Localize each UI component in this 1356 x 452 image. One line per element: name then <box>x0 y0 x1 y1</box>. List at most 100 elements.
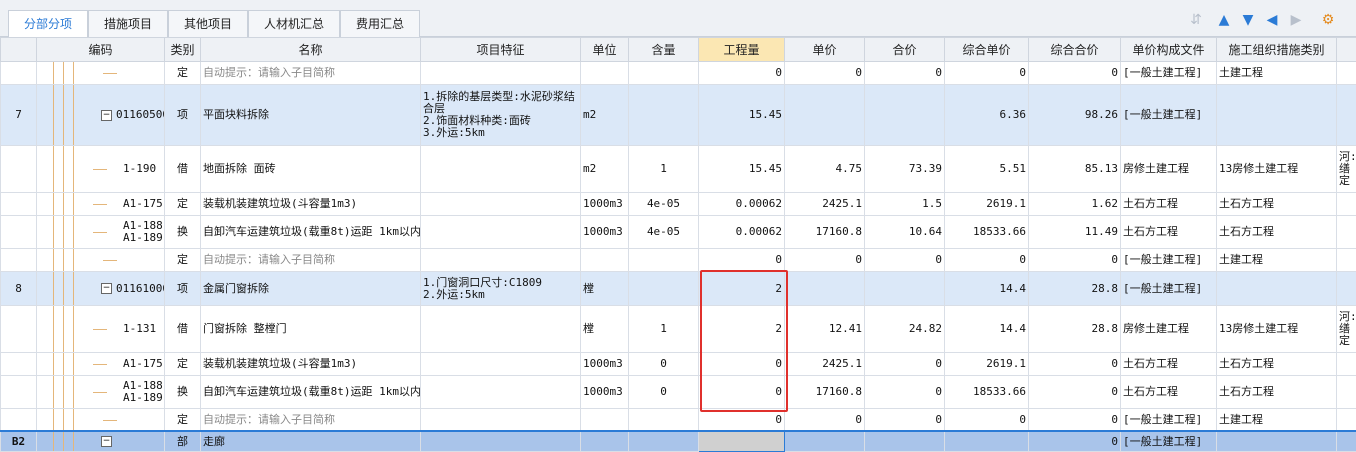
type-cell[interactable]: 换 <box>165 216 201 249</box>
unit-cell[interactable] <box>581 249 629 272</box>
name-cell[interactable]: 平面块料拆除 <box>201 85 421 146</box>
price-file-cell[interactable]: [一般土建工程] <box>1121 249 1217 272</box>
price-file-cell[interactable]: [一般土建工程] <box>1121 409 1217 432</box>
code-cell[interactable] <box>37 62 165 85</box>
composite-unit-price-cell[interactable] <box>945 432 1029 452</box>
unit-cell[interactable]: m2 <box>581 85 629 146</box>
tab-rencaiji[interactable]: 人材机汇总 <box>248 10 340 37</box>
header-content[interactable]: 含量 <box>629 38 699 62</box>
name-cell[interactable]: 金属门窗拆除 <box>201 272 421 306</box>
composite-unit-price-cell[interactable]: 2619.1 <box>945 353 1029 376</box>
measure-category-cell[interactable]: 土建工程 <box>1217 62 1337 85</box>
name-cell[interactable]: 装载机装建筑垃圾(斗容量1m3) <box>201 193 421 216</box>
type-cell[interactable]: 借 <box>165 146 201 193</box>
feature-cell[interactable] <box>421 249 581 272</box>
name-cell[interactable]: 地面拆除 面砖 <box>201 146 421 193</box>
price-file-cell[interactable]: [一般土建工程] <box>1121 85 1217 146</box>
tab-feiyong[interactable]: 费用汇总 <box>340 10 420 37</box>
code-cell[interactable]: −011610002007 <box>37 272 165 306</box>
price-file-cell[interactable]: [一般土建工程] <box>1121 432 1217 452</box>
content-cell[interactable]: 1 <box>629 146 699 193</box>
header-name[interactable]: 名称 <box>201 38 421 62</box>
unit-price-cell[interactable]: 0 <box>785 62 865 85</box>
header-quantity[interactable]: 工程量 <box>699 38 785 62</box>
extra-cell[interactable] <box>1337 216 1356 249</box>
type-cell[interactable]: 项 <box>165 85 201 146</box>
content-cell[interactable]: 0 <box>629 353 699 376</box>
header-code[interactable]: 编码 <box>37 38 165 62</box>
total-cell[interactable]: 73.39 <box>865 146 945 193</box>
code-cell[interactable]: A1-175 <box>37 193 165 216</box>
unit-cell[interactable]: 1000m3 <box>581 353 629 376</box>
feature-cell[interactable]: 1.拆除的基层类型:水泥砂浆结合层 2.饰面材料种类:面砖 3.外运:5km <box>421 85 581 146</box>
composite-unit-price-cell[interactable]: 0 <box>945 62 1029 85</box>
unit-price-cell[interactable] <box>785 85 865 146</box>
unit-price-cell[interactable]: 4.75 <box>785 146 865 193</box>
total-cell[interactable]: 10.64 <box>865 216 945 249</box>
name-cell[interactable]: 自卸汽车运建筑垃圾(载重8t)运距 1km以内 实际运距(km):5 <box>201 216 421 249</box>
extra-cell[interactable] <box>1337 62 1356 85</box>
measure-category-cell[interactable] <box>1217 85 1337 146</box>
code-cell[interactable]: A1-188 + A1-189 * 4 <box>37 216 165 249</box>
header-total[interactable]: 合价 <box>865 38 945 62</box>
feature-cell[interactable] <box>421 409 581 432</box>
measure-category-cell[interactable]: 土建工程 <box>1217 249 1337 272</box>
extra-cell[interactable] <box>1337 249 1356 272</box>
type-cell[interactable]: 定 <box>165 353 201 376</box>
total-cell[interactable]: 0 <box>865 249 945 272</box>
table-row[interactable]: A1-175定装载机装建筑垃圾(斗容量1m3)1000m34e-050.0006… <box>1 193 1356 216</box>
table-row[interactable]: 定自动提示：请输入子目简称00000[一般土建工程]土建工程 <box>1 249 1356 272</box>
price-file-cell[interactable]: [一般土建工程] <box>1121 272 1217 306</box>
unit-price-cell[interactable]: 17160.8 <box>785 216 865 249</box>
content-cell[interactable]: 4e-05 <box>629 216 699 249</box>
content-cell[interactable] <box>629 85 699 146</box>
composite-total-cell[interactable]: 0 <box>1029 409 1121 432</box>
composite-unit-price-cell[interactable]: 5.51 <box>945 146 1029 193</box>
measure-category-cell[interactable] <box>1217 432 1337 452</box>
measure-category-cell[interactable]: 土石方工程 <box>1217 193 1337 216</box>
name-cell[interactable]: 自动提示：请输入子目简称 <box>201 249 421 272</box>
total-cell[interactable] <box>865 85 945 146</box>
tab-cuoshi[interactable]: 措施项目 <box>88 10 168 37</box>
unit-cell[interactable] <box>581 409 629 432</box>
content-cell[interactable] <box>629 272 699 306</box>
table-row[interactable]: 8−011610002007项金属门窗拆除1.门窗洞口尺寸:C1809 2.外运… <box>1 272 1356 306</box>
composite-total-cell[interactable]: 1.62 <box>1029 193 1121 216</box>
total-cell[interactable] <box>865 432 945 452</box>
code-cell[interactable]: −011605001009 <box>37 85 165 146</box>
header-type[interactable]: 类别 <box>165 38 201 62</box>
price-file-cell[interactable]: 土石方工程 <box>1121 216 1217 249</box>
price-file-cell[interactable]: 房修土建工程 <box>1121 146 1217 193</box>
header-unit[interactable]: 单位 <box>581 38 629 62</box>
composite-total-cell[interactable]: 11.49 <box>1029 216 1121 249</box>
quantity-cell[interactable]: 2 <box>699 272 785 306</box>
header-composite-unit-price[interactable]: 综合单价 <box>945 38 1029 62</box>
feature-cell[interactable]: 1.门窗洞口尺寸:C1809 2.外运:5km <box>421 272 581 306</box>
composite-total-cell[interactable]: 28.8 <box>1029 272 1121 306</box>
total-cell[interactable]: 24.82 <box>865 306 945 353</box>
composite-total-cell[interactable]: 85.13 <box>1029 146 1121 193</box>
type-cell[interactable]: 项 <box>165 272 201 306</box>
price-file-cell[interactable]: 土石方工程 <box>1121 376 1217 409</box>
quantity-cell[interactable] <box>699 432 785 452</box>
unit-price-cell[interactable]: 2425.1 <box>785 353 865 376</box>
name-cell[interactable]: 走廊 <box>201 432 421 452</box>
feature-cell[interactable] <box>421 353 581 376</box>
arrow-up-icon[interactable]: ▲ <box>1216 12 1232 28</box>
total-cell[interactable]: 0 <box>865 409 945 432</box>
unit-price-cell[interactable]: 12.41 <box>785 306 865 353</box>
unit-cell[interactable] <box>581 432 629 452</box>
price-file-cell[interactable]: 土石方工程 <box>1121 353 1217 376</box>
type-cell[interactable]: 定 <box>165 249 201 272</box>
content-cell[interactable]: 1 <box>629 306 699 353</box>
extra-cell[interactable] <box>1337 409 1356 432</box>
unit-price-cell[interactable]: 0 <box>785 249 865 272</box>
type-cell[interactable]: 借 <box>165 306 201 353</box>
total-cell[interactable] <box>865 272 945 306</box>
quantity-cell[interactable]: 0 <box>699 409 785 432</box>
total-cell[interactable]: 1.5 <box>865 193 945 216</box>
total-cell[interactable]: 0 <box>865 376 945 409</box>
composite-unit-price-cell[interactable]: 6.36 <box>945 85 1029 146</box>
table-row[interactable]: 1-190借地面拆除 面砖m2115.454.7573.395.5185.13房… <box>1 146 1356 193</box>
type-cell[interactable]: 部 <box>165 432 201 452</box>
